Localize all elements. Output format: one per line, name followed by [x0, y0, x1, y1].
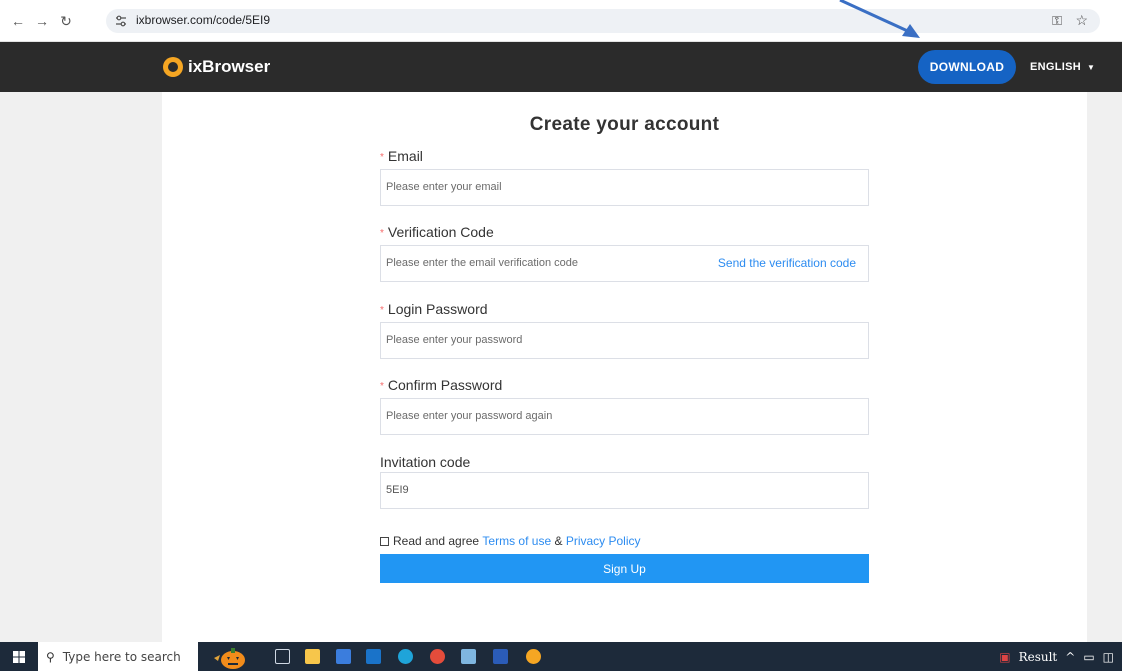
pumpkin-icon [214, 648, 245, 669]
logo[interactable]: ixBrowser [163, 56, 270, 78]
confirm-password-field[interactable]: Please enter your password again [380, 398, 869, 435]
taskbar-search-placeholder: Type here to search [62, 649, 181, 664]
url-text[interactable]: ixbrowser.com/code/5EI9 [136, 13, 270, 27]
agree-text: Read and agree [393, 534, 480, 548]
verification-code-field[interactable]: Please enter the email verification code… [380, 245, 869, 282]
tray-label[interactable]: Result [1019, 650, 1058, 664]
download-button[interactable]: DOWNLOAD [918, 50, 1016, 84]
language-selector[interactable]: ENGLISH ▼ [1030, 50, 1095, 84]
required-mark: * [380, 152, 384, 163]
system-tray: ▣ Result ^ ▭ ◫ [991, 642, 1114, 671]
verification-label: * Verification Code [380, 224, 494, 240]
email-placeholder: Please enter your email [386, 181, 502, 193]
send-code-link[interactable]: Send the verification code [718, 256, 856, 270]
required-mark: * [380, 228, 384, 239]
page-background: Create your account * Email Please enter … [0, 92, 1122, 642]
ampersand: & [554, 534, 563, 548]
file-explorer-icon[interactable] [305, 649, 320, 664]
chevron-down-icon: ▼ [1087, 62, 1096, 72]
brand-name: ixBrowser [188, 57, 271, 76]
site-header: ixBrowser DOWNLOAD ENGLISH ▼ [0, 42, 1122, 92]
site-settings-icon[interactable] [114, 14, 128, 28]
ixbrowser-taskbar-icon[interactable] [526, 649, 541, 664]
taskbar-search[interactable]: ⚲ Type here to search [38, 642, 198, 671]
tray-app-icon[interactable]: ▣ [999, 650, 1010, 664]
privacy-link[interactable]: Privacy Policy [566, 534, 641, 548]
task-view-icon[interactable] [275, 649, 290, 664]
chrome-icon[interactable] [430, 649, 445, 664]
agree-row: Read and agree Terms of use & Privacy Po… [380, 534, 641, 548]
password-key-icon[interactable]: ⚿ [1052, 13, 1062, 29]
edge-icon[interactable] [398, 649, 413, 664]
invitation-label: Invitation code [380, 454, 471, 470]
reload-icon[interactable]: ↻ [58, 13, 74, 29]
required-mark: * [380, 305, 384, 316]
chevron-up-icon[interactable]: ^ [1065, 650, 1075, 664]
people-icon[interactable] [366, 649, 381, 664]
verification-placeholder: Please enter the email verification code [386, 257, 578, 269]
browser-toolbar: ← → ↻ ixbrowser.com/code/5EI9 ⚿ ☆ [0, 0, 1122, 42]
word-icon[interactable] [493, 649, 508, 664]
forward-icon[interactable]: → [34, 13, 50, 29]
email-label: * Email [380, 148, 423, 164]
confirm-password-placeholder: Please enter your password again [386, 410, 553, 422]
signup-button[interactable]: Sign Up [380, 554, 869, 583]
taskbar: ⚲ Type here to search ▣ Result ^ ▭ ◫ [0, 642, 1122, 671]
confirm-password-label: * Confirm Password [380, 377, 503, 393]
invitation-value: 5EI9 [386, 484, 409, 496]
agree-checkbox[interactable] [380, 536, 389, 546]
app-icon[interactable] [461, 649, 476, 664]
volume-icon[interactable]: ◫ [1103, 650, 1114, 664]
email-field[interactable]: Please enter your email [380, 169, 869, 206]
search-icon: ⚲ [46, 649, 55, 664]
back-icon[interactable]: ← [10, 13, 26, 29]
bookmark-star-icon[interactable]: ☆ [1075, 12, 1088, 29]
page-title: Create your account [529, 114, 720, 135]
language-label: ENGLISH [1030, 61, 1081, 73]
store-icon[interactable] [336, 649, 351, 664]
logo-icon [163, 57, 183, 77]
network-icon[interactable]: ▭ [1083, 650, 1094, 664]
invitation-code-field[interactable]: 5EI9 [380, 472, 869, 509]
terms-link[interactable]: Terms of use [482, 534, 551, 548]
address-bar[interactable]: ixbrowser.com/code/5EI9 ⚿ ☆ [106, 9, 1100, 33]
signup-card: Create your account * Email Please enter … [162, 92, 1087, 642]
password-field[interactable]: Please enter your password [380, 322, 869, 359]
password-placeholder: Please enter your password [386, 334, 523, 346]
windows-start-icon[interactable] [0, 642, 38, 671]
password-label: * Login Password [380, 301, 488, 317]
required-mark: * [380, 381, 384, 392]
